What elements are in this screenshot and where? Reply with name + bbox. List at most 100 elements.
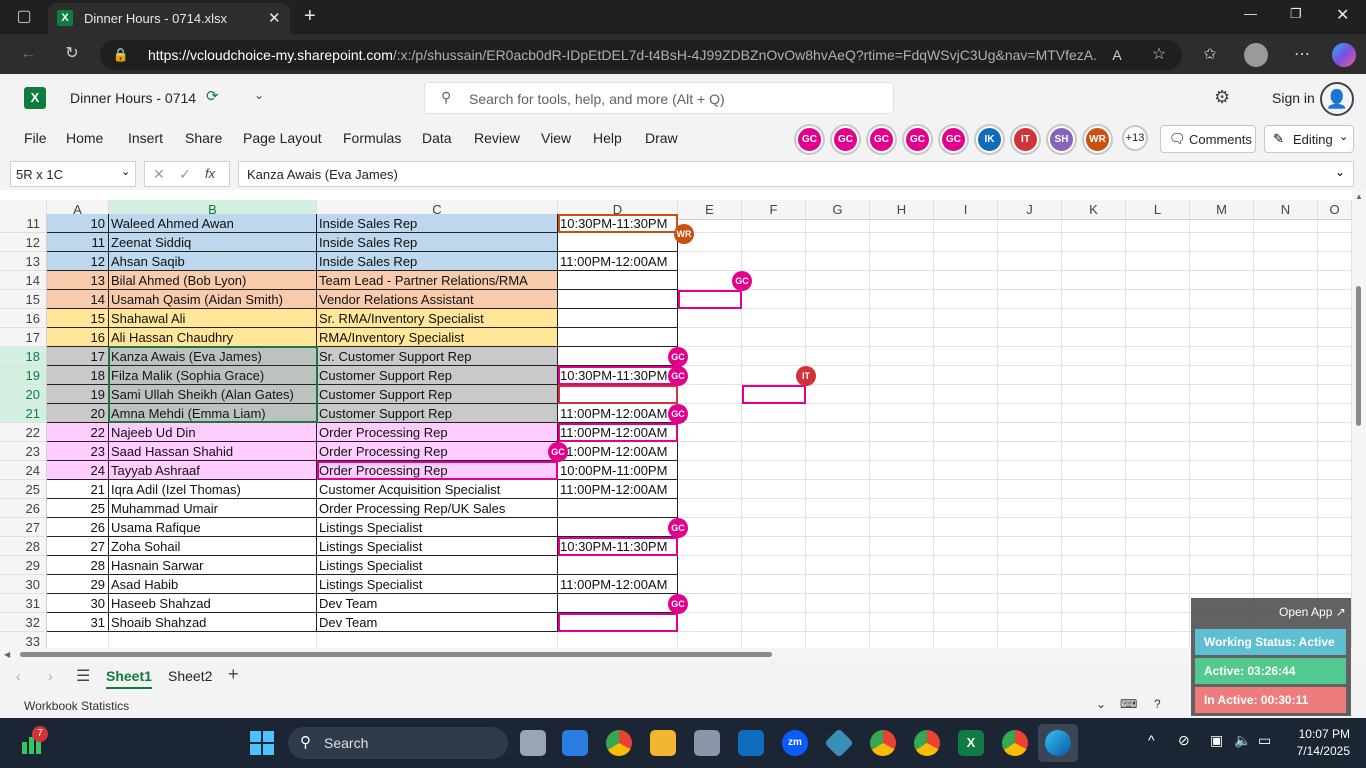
editing-mode-button[interactable]: ✎ Editing ⌄ — [1264, 125, 1354, 153]
minimize-icon[interactable]: — — [1244, 6, 1257, 21]
empty-cell[interactable] — [1318, 404, 1352, 423]
cell-d[interactable]: 11:00PM-12:00AM — [558, 480, 678, 499]
empty-cell[interactable] — [806, 518, 870, 537]
empty-cell[interactable] — [1318, 366, 1352, 385]
empty-cell[interactable] — [1318, 518, 1352, 537]
cell-c[interactable]: Sr. Customer Support Rep — [317, 347, 558, 366]
empty-cell[interactable] — [806, 233, 870, 252]
scroll-left-icon[interactable]: ◀ — [4, 650, 10, 659]
sign-in-link[interactable]: Sign in — [1272, 90, 1315, 106]
empty-cell[interactable] — [1190, 385, 1254, 404]
empty-cell[interactable] — [934, 537, 998, 556]
cell-c[interactable]: Customer Support Rep — [317, 366, 558, 385]
empty-cell[interactable] — [934, 385, 998, 404]
refresh-icon[interactable]: ↻ — [58, 39, 86, 69]
empty-cell[interactable] — [934, 347, 998, 366]
empty-cell[interactable] — [1254, 556, 1318, 575]
cell-a[interactable]: 24 — [47, 461, 109, 480]
scroll-up-icon[interactable]: ▲ — [1355, 192, 1363, 201]
empty-cell[interactable] — [1318, 328, 1352, 347]
tab-home[interactable]: Home — [66, 122, 103, 154]
cell-d[interactable] — [558, 556, 678, 575]
cell-a[interactable]: 19 — [47, 385, 109, 404]
row-header[interactable]: 28 — [0, 537, 47, 556]
empty-cell[interactable] — [806, 214, 870, 233]
empty-cell[interactable] — [1190, 499, 1254, 518]
empty-cell[interactable] — [1318, 385, 1352, 404]
cell-a[interactable]: 25 — [47, 499, 109, 518]
empty-cell[interactable] — [1126, 214, 1190, 233]
empty-cell[interactable] — [1190, 556, 1254, 575]
sheet-tab-sheet1[interactable]: Sheet1 — [106, 668, 152, 689]
cell-a[interactable]: 23 — [47, 442, 109, 461]
empty-cell[interactable] — [678, 328, 742, 347]
cell-c[interactable]: Sr. RMA/Inventory Specialist — [317, 309, 558, 328]
empty-cell[interactable] — [1254, 518, 1318, 537]
row-header[interactable]: 16 — [0, 309, 47, 328]
empty-cell[interactable] — [1062, 252, 1126, 271]
empty-cell[interactable] — [1126, 252, 1190, 271]
cell-c[interactable]: Inside Sales Rep — [317, 214, 558, 233]
cell-a[interactable]: 18 — [47, 366, 109, 385]
clock-date[interactable]: 7/14/2025 — [1280, 744, 1350, 758]
row-header[interactable]: 20 — [0, 385, 47, 404]
empty-cell[interactable] — [742, 423, 806, 442]
cell-b[interactable]: Saad Hassan Shahid — [109, 442, 317, 461]
cell-a[interactable]: 31 — [47, 613, 109, 632]
empty-cell[interactable] — [1126, 461, 1190, 480]
empty-cell[interactable] — [870, 347, 934, 366]
cell-a[interactable]: 15 — [47, 309, 109, 328]
excel-taskbar-icon[interactable]: X — [958, 730, 984, 756]
row-header[interactable]: 14 — [0, 271, 47, 290]
empty-cell[interactable] — [998, 499, 1062, 518]
empty-cell[interactable] — [742, 518, 806, 537]
empty-cell[interactable] — [998, 442, 1062, 461]
empty-cell[interactable] — [870, 461, 934, 480]
tab-draw[interactable]: Draw — [645, 122, 678, 154]
empty-cell[interactable] — [742, 537, 806, 556]
tab-data[interactable]: Data — [422, 122, 452, 154]
empty-cell[interactable] — [806, 499, 870, 518]
empty-cell[interactable] — [998, 233, 1062, 252]
empty-cell[interactable] — [1126, 556, 1190, 575]
cell-c[interactable]: Listings Specialist — [317, 518, 558, 537]
file-explorer-icon[interactable] — [650, 730, 676, 756]
row-header[interactable]: 19 — [0, 366, 47, 385]
cell-c[interactable]: Listings Specialist — [317, 556, 558, 575]
empty-cell[interactable] — [742, 252, 806, 271]
empty-cell[interactable] — [998, 366, 1062, 385]
empty-cell[interactable] — [1062, 309, 1126, 328]
empty-cell[interactable] — [742, 613, 806, 632]
empty-cell[interactable] — [678, 632, 742, 648]
empty-cell[interactable] — [1254, 442, 1318, 461]
close-tab-icon[interactable]: ✕ — [268, 9, 281, 27]
cell-b[interactable]: Usama Rafique — [109, 518, 317, 537]
empty-cell[interactable] — [806, 328, 870, 347]
empty-cell[interactable] — [870, 404, 934, 423]
empty-cell[interactable] — [806, 442, 870, 461]
empty-cell[interactable] — [1062, 594, 1126, 613]
row-header[interactable]: 31 — [0, 594, 47, 613]
row-header[interactable]: 25 — [0, 480, 47, 499]
url-field[interactable]: 🔒 https://vcloudchoice-my.sharepoint.com… — [100, 40, 1182, 70]
empty-cell[interactable] — [870, 252, 934, 271]
search-box[interactable]: ⚲ Search for tools, help, and more (Alt … — [424, 82, 894, 114]
empty-cell[interactable] — [806, 461, 870, 480]
tab-formulas[interactable]: Formulas — [343, 122, 401, 154]
row-header[interactable]: 22 — [0, 423, 47, 442]
cell-c[interactable]: Customer Support Rep — [317, 404, 558, 423]
empty-cell[interactable] — [742, 461, 806, 480]
confirm-edit-icon[interactable]: ✓ — [179, 166, 191, 183]
empty-cell[interactable] — [806, 252, 870, 271]
cell-a[interactable]: 10 — [47, 214, 109, 233]
cell-b[interactable]: Muhammad Umair — [109, 499, 317, 518]
empty-cell[interactable] — [1062, 328, 1126, 347]
empty-cell[interactable] — [1062, 537, 1126, 556]
empty-cell[interactable] — [934, 214, 998, 233]
empty-cell[interactable] — [1318, 233, 1352, 252]
empty-cell[interactable] — [998, 385, 1062, 404]
empty-cell[interactable] — [998, 423, 1062, 442]
empty-cell[interactable] — [806, 423, 870, 442]
empty-cell[interactable] — [1126, 575, 1190, 594]
empty-cell[interactable] — [870, 575, 934, 594]
